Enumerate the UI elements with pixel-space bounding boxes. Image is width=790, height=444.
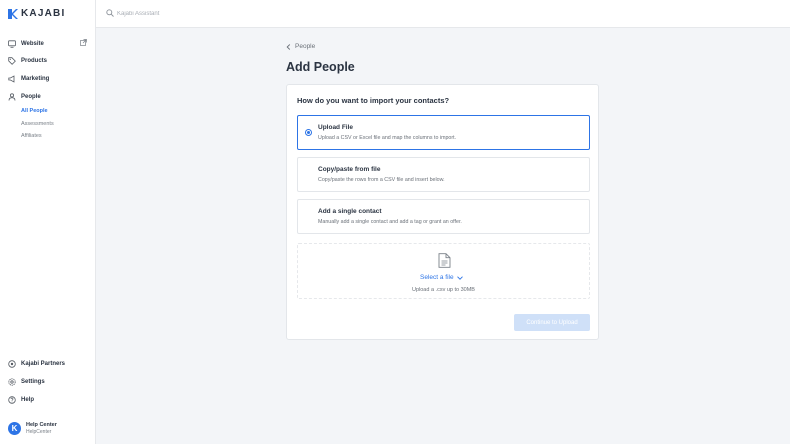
sidebar-item-label: Kajabi Partners: [21, 361, 66, 367]
import-card: How do you want to import your contacts?…: [286, 84, 599, 340]
select-file-button[interactable]: Select a file: [420, 274, 463, 281]
sidebar-item-label: Marketing: [21, 76, 50, 82]
sidebar-item-label: Website: [21, 41, 44, 47]
sidebar-subitem-all-people[interactable]: All People: [21, 108, 48, 114]
option-description: Copy/paste the rows from a CSV file and …: [318, 177, 445, 183]
continue-to-upload-button[interactable]: Continue to Upload: [514, 314, 590, 331]
kajabi-logo[interactable]: KAJABI: [8, 8, 65, 19]
card-title: How do you want to import your contacts?: [297, 96, 450, 105]
option-title: Add a single contact: [318, 208, 382, 215]
radio-button[interactable]: [305, 213, 312, 220]
logo-text: KAJABI: [21, 8, 66, 19]
chevron-left-icon: [286, 43, 291, 50]
help-center-title: Help Center: [26, 422, 57, 428]
radio-button[interactable]: [305, 129, 312, 136]
option-description: Manually add a single contact and add a …: [318, 219, 462, 225]
select-file-label: Select a file: [420, 274, 454, 281]
person-icon: [8, 93, 16, 101]
sidebar-item-label: Settings: [21, 379, 45, 385]
avatar: K: [8, 422, 21, 435]
sidebar-item-marketing[interactable]: Marketing: [8, 74, 49, 84]
megaphone-icon: [8, 75, 15, 83]
help-icon: [8, 396, 16, 404]
sidebar-item-label: People: [21, 94, 41, 100]
sidebar-item-kajabi-partners[interactable]: Kajabi Partners: [8, 359, 65, 369]
option-copy-paste[interactable]: Copy/paste from file Copy/paste the rows…: [297, 157, 590, 192]
search-icon: [106, 9, 114, 17]
breadcrumb[interactable]: People: [286, 43, 315, 50]
sidebar-item-help[interactable]: Help: [8, 395, 34, 405]
breadcrumb-label: People: [295, 43, 316, 50]
sidebar-item-settings[interactable]: Settings: [8, 377, 45, 387]
help-center-account[interactable]: K Help Center HelpCenter: [8, 422, 57, 435]
sidebar-item-label: Help: [21, 397, 35, 403]
sidebar-subitem-affiliates[interactable]: Affiliates: [21, 133, 42, 139]
partners-icon: [8, 360, 16, 368]
file-dropzone[interactable]: Select a file Upload a .csv up to 30MB: [297, 243, 590, 299]
option-title: Upload File: [318, 124, 354, 131]
sidebar-item-label: Products: [21, 58, 48, 64]
page-title: Add People: [286, 60, 355, 74]
search-input[interactable]: [117, 8, 317, 19]
upload-hint: Upload a .csv up to 30MB: [412, 287, 475, 293]
help-center-subtitle: HelpCenter: [26, 429, 52, 435]
external-link-icon[interactable]: [80, 39, 87, 46]
topbar: [96, 0, 790, 28]
option-single-contact[interactable]: Add a single contact Manually add a sing…: [297, 199, 590, 234]
option-upload-file[interactable]: Upload File Upload a CSV or Excel file a…: [297, 115, 590, 150]
sidebar-item-people[interactable]: People: [8, 92, 41, 102]
monitor-icon: [8, 40, 16, 48]
kajabi-logo-icon: [8, 8, 18, 19]
sidebar: KAJABI Website Products Marketing People…: [0, 0, 96, 444]
option-description: Upload a CSV or Excel file and map the c…: [318, 135, 457, 141]
tag-icon: [8, 57, 16, 65]
sidebar-subitem-assessments[interactable]: Assessments: [21, 121, 54, 127]
file-icon: [438, 253, 451, 268]
radio-button[interactable]: [305, 171, 312, 178]
option-title: Copy/paste from file: [318, 166, 381, 173]
sidebar-item-products[interactable]: Products: [8, 56, 47, 66]
gear-icon: [8, 378, 16, 386]
sidebar-item-website[interactable]: Website: [8, 39, 44, 49]
chevron-down-icon: [456, 275, 463, 280]
